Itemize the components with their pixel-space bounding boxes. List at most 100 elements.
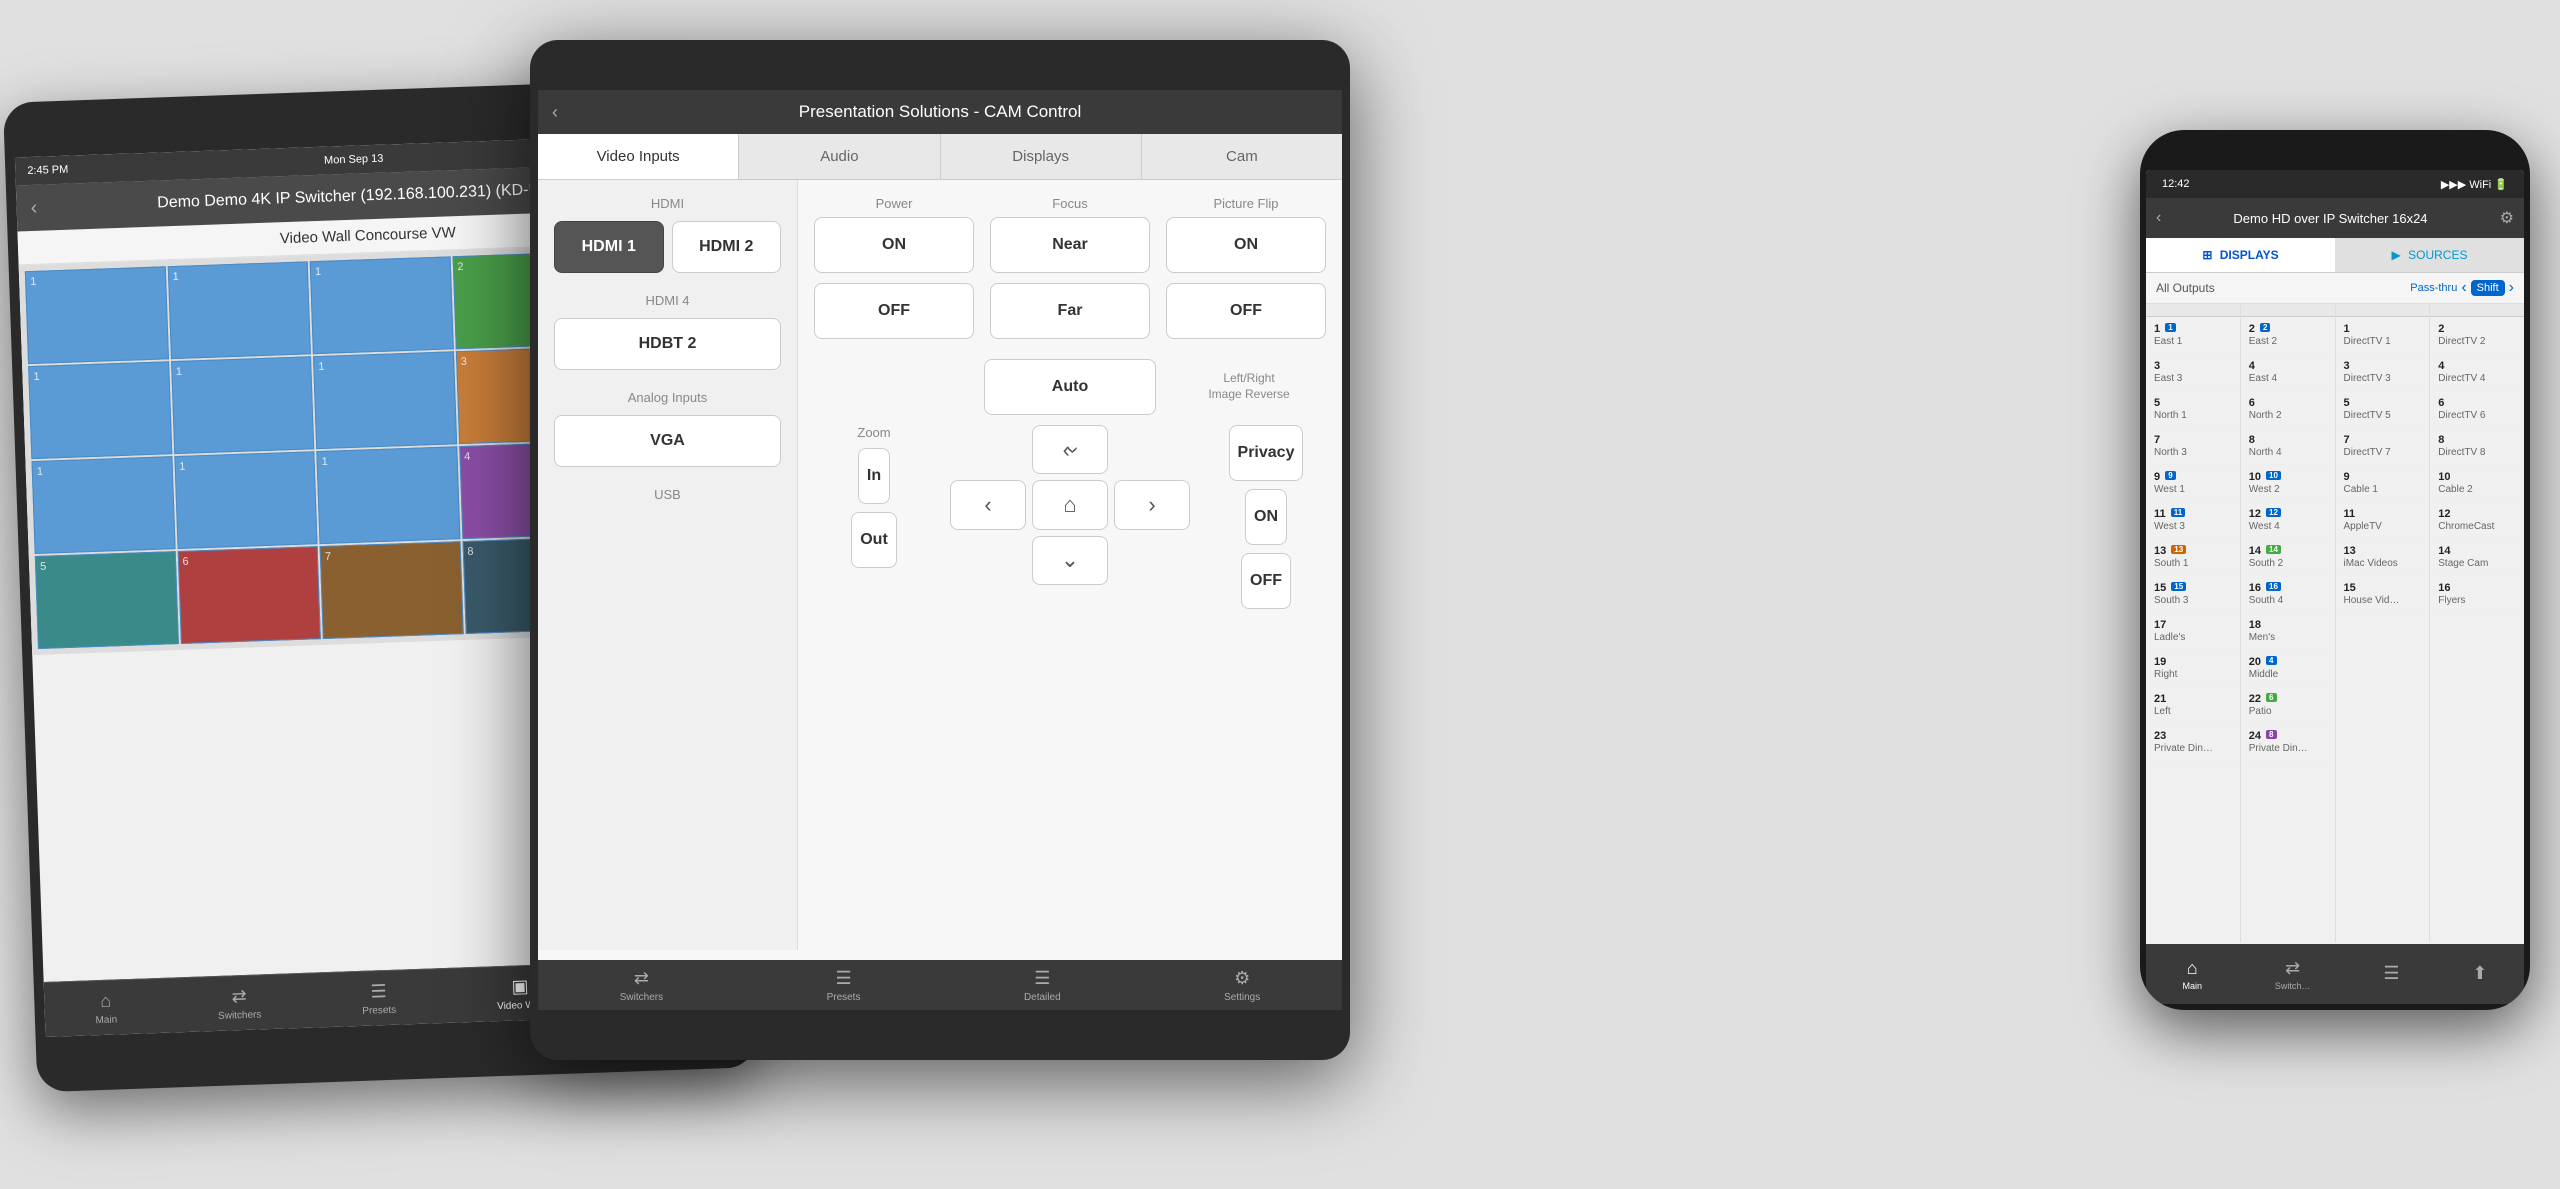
- tl-back-button[interactable]: ‹: [30, 196, 37, 219]
- table-row[interactable]: 7: [320, 541, 464, 639]
- table-row[interactable]: 1: [25, 266, 169, 364]
- tab-video-inputs[interactable]: Video Inputs: [538, 134, 739, 179]
- ph-out-21[interactable]: 21 Left: [2146, 687, 2240, 724]
- tc-nav-switchers[interactable]: ⇄ Switchers: [620, 968, 663, 1003]
- ph-src-3[interactable]: 3 DirectTV 3: [2336, 354, 2430, 391]
- ph-out-22[interactable]: 22 6 Patio: [2241, 687, 2335, 724]
- table-row[interactable]: 1: [313, 351, 457, 449]
- tc-vga-button[interactable]: VGA: [554, 415, 781, 467]
- tc-privacy-button[interactable]: Privacy: [1229, 425, 1304, 481]
- dpad-right-button[interactable]: ›: [1114, 480, 1190, 529]
- ph-src-12[interactable]: 12 ChromeCast: [2430, 502, 2524, 539]
- table-row[interactable]: 1: [171, 356, 315, 454]
- tc-power-on-button[interactable]: ON: [814, 217, 974, 273]
- tl-nav-presets[interactable]: ☰ Presets: [361, 980, 396, 1016]
- tc-lr-off-button[interactable]: OFF: [1241, 553, 1291, 609]
- ph-out-17[interactable]: 17 Ladle's: [2146, 613, 2240, 650]
- ph-out-24[interactable]: 24 8 Private Din…: [2241, 724, 2335, 761]
- tc-zoom-in-button[interactable]: In: [858, 448, 890, 504]
- dpad-up-button[interactable]: ‹ ›: [1032, 425, 1108, 474]
- ph-nav-main[interactable]: ⌂ Main: [2182, 958, 2202, 991]
- ph-out-11[interactable]: 11 11 West 3: [2146, 502, 2240, 539]
- ph-out-9[interactable]: 9 9 West 1: [2146, 465, 2240, 502]
- ph-src-10[interactable]: 10 Cable 2: [2430, 465, 2524, 502]
- ph-out-20[interactable]: 20 4 Middle: [2241, 650, 2335, 687]
- table-row[interactable]: 1: [310, 256, 454, 354]
- tc-flip-on-button[interactable]: ON: [1166, 217, 1326, 273]
- dpad-home-button[interactable]: ⌂: [1032, 480, 1108, 529]
- tc-nav-detailed[interactable]: ☰ Detailed: [1024, 968, 1061, 1003]
- tc-nav-title: Presentation Solutions - CAM Control: [799, 102, 1082, 122]
- table-row[interactable]: 5: [35, 551, 179, 649]
- ph-src-2[interactable]: 2 DirectTV 2: [2430, 317, 2524, 354]
- ph-src-14[interactable]: 14 Stage Cam: [2430, 539, 2524, 576]
- ph-presets-icon: ☰: [2383, 963, 2399, 984]
- ph-out-7[interactable]: 7 North 3: [2146, 428, 2240, 465]
- tc-focus-far-button[interactable]: Far: [990, 283, 1150, 339]
- tc-flip-off-button[interactable]: OFF: [1166, 283, 1326, 339]
- tc-hdbt2-button[interactable]: HDBT 2: [554, 318, 781, 370]
- tc-nav-presets[interactable]: ☰ Presets: [827, 968, 861, 1003]
- ph-chevron-icon: ‹: [2461, 279, 2466, 297]
- tl-nav-switchers[interactable]: ⇄ Switchers: [217, 985, 262, 1021]
- ph-settings-icon[interactable]: ⚙: [2500, 208, 2514, 228]
- tc-lr-on-button[interactable]: ON: [1245, 489, 1287, 545]
- ph-sources-col: 1 DirectTV 1 3 DirectTV 3 5 DirectTV 5 7…: [2336, 304, 2431, 942]
- ph-out-10[interactable]: 10 10 West 2: [2241, 465, 2335, 502]
- tc-focus-near-button[interactable]: Near: [990, 217, 1150, 273]
- ph-src-8[interactable]: 8 DirectTV 8: [2430, 428, 2524, 465]
- tab-sources[interactable]: ▶ SOURCES: [2335, 238, 2524, 272]
- ph-out-13[interactable]: 13 13 South 1: [2146, 539, 2240, 576]
- ph-out-16[interactable]: 16 16 South 4: [2241, 576, 2335, 613]
- ph-nav-switch[interactable]: ⇄ Switch…: [2275, 958, 2311, 991]
- tc-power-off-button[interactable]: OFF: [814, 283, 974, 339]
- ph-src-9[interactable]: 9 Cable 1: [2336, 465, 2430, 502]
- tc-zoom-out-button[interactable]: Out: [851, 512, 897, 568]
- ph-out-14[interactable]: 14 14 South 2: [2241, 539, 2335, 576]
- ph-nav-upload[interactable]: ⬆: [2472, 963, 2487, 986]
- ph-out-12[interactable]: 12 12 West 4: [2241, 502, 2335, 539]
- table-row[interactable]: 1: [167, 261, 311, 359]
- tc-focus-auto-button[interactable]: Auto: [984, 359, 1156, 415]
- ph-src-1[interactable]: 1 DirectTV 1: [2336, 317, 2430, 354]
- ph-out-23[interactable]: 23 Private Din…: [2146, 724, 2240, 761]
- dpad-left-button[interactable]: ‹: [950, 480, 1026, 529]
- ph-src-7[interactable]: 7 DirectTV 7: [2336, 428, 2430, 465]
- ph-back-button[interactable]: ‹: [2156, 209, 2161, 227]
- ph-out-15[interactable]: 15 15 South 3: [2146, 576, 2240, 613]
- ph-src-5[interactable]: 5 DirectTV 5: [2336, 391, 2430, 428]
- ph-src-16[interactable]: 16 Flyers: [2430, 576, 2524, 613]
- tl-nav-main[interactable]: ⌂ Main: [94, 990, 117, 1026]
- ph-out-2[interactable]: 2 2 East 2: [2241, 317, 2335, 354]
- table-row[interactable]: 1: [174, 451, 318, 549]
- tab-displays[interactable]: Displays: [941, 134, 1142, 179]
- ph-src-15[interactable]: 15 House Vid…: [2336, 576, 2430, 613]
- ph-src-13[interactable]: 13 iMac Videos: [2336, 539, 2430, 576]
- ph-out-4[interactable]: 4 East 4: [2241, 354, 2335, 391]
- ph-out-8[interactable]: 8 North 4: [2241, 428, 2335, 465]
- table-row[interactable]: 1: [31, 456, 175, 554]
- ph-src-11[interactable]: 11 AppleTV: [2336, 502, 2430, 539]
- ph-out-6[interactable]: 6 North 2: [2241, 391, 2335, 428]
- ph-out-19[interactable]: 19 Right: [2146, 650, 2240, 687]
- tc-hdmi1-button[interactable]: HDMI 1: [554, 221, 664, 273]
- tc-back-button[interactable]: ‹: [552, 102, 558, 123]
- table-row[interactable]: 1: [28, 361, 172, 459]
- ph-nav-presets[interactable]: ☰: [2383, 963, 2399, 986]
- ph-out-1[interactable]: 1 1 East 1: [2146, 317, 2240, 354]
- tab-cam[interactable]: Cam: [1142, 134, 1342, 179]
- ph-src-6[interactable]: 6 DirectTV 6: [2430, 391, 2524, 428]
- tc-nav-presets-label: Presets: [827, 992, 861, 1003]
- tc-hdmi2-button[interactable]: HDMI 2: [672, 221, 782, 273]
- tc-nav-settings[interactable]: ⚙ Settings: [1224, 968, 1260, 1003]
- tab-audio[interactable]: Audio: [739, 134, 940, 179]
- tab-displays[interactable]: ⊞ DISPLAYS: [2146, 238, 2335, 272]
- ph-out-3[interactable]: 3 East 3: [2146, 354, 2240, 391]
- table-row[interactable]: 1: [316, 446, 460, 544]
- ph-src-4[interactable]: 4 DirectTV 4: [2430, 354, 2524, 391]
- ph-shift-button[interactable]: Shift: [2471, 280, 2505, 296]
- table-row[interactable]: 6: [177, 546, 321, 644]
- ph-out-18[interactable]: 18 Men's: [2241, 613, 2335, 650]
- dpad-down-button[interactable]: ⌄: [1032, 536, 1108, 585]
- ph-out-5[interactable]: 5 North 1: [2146, 391, 2240, 428]
